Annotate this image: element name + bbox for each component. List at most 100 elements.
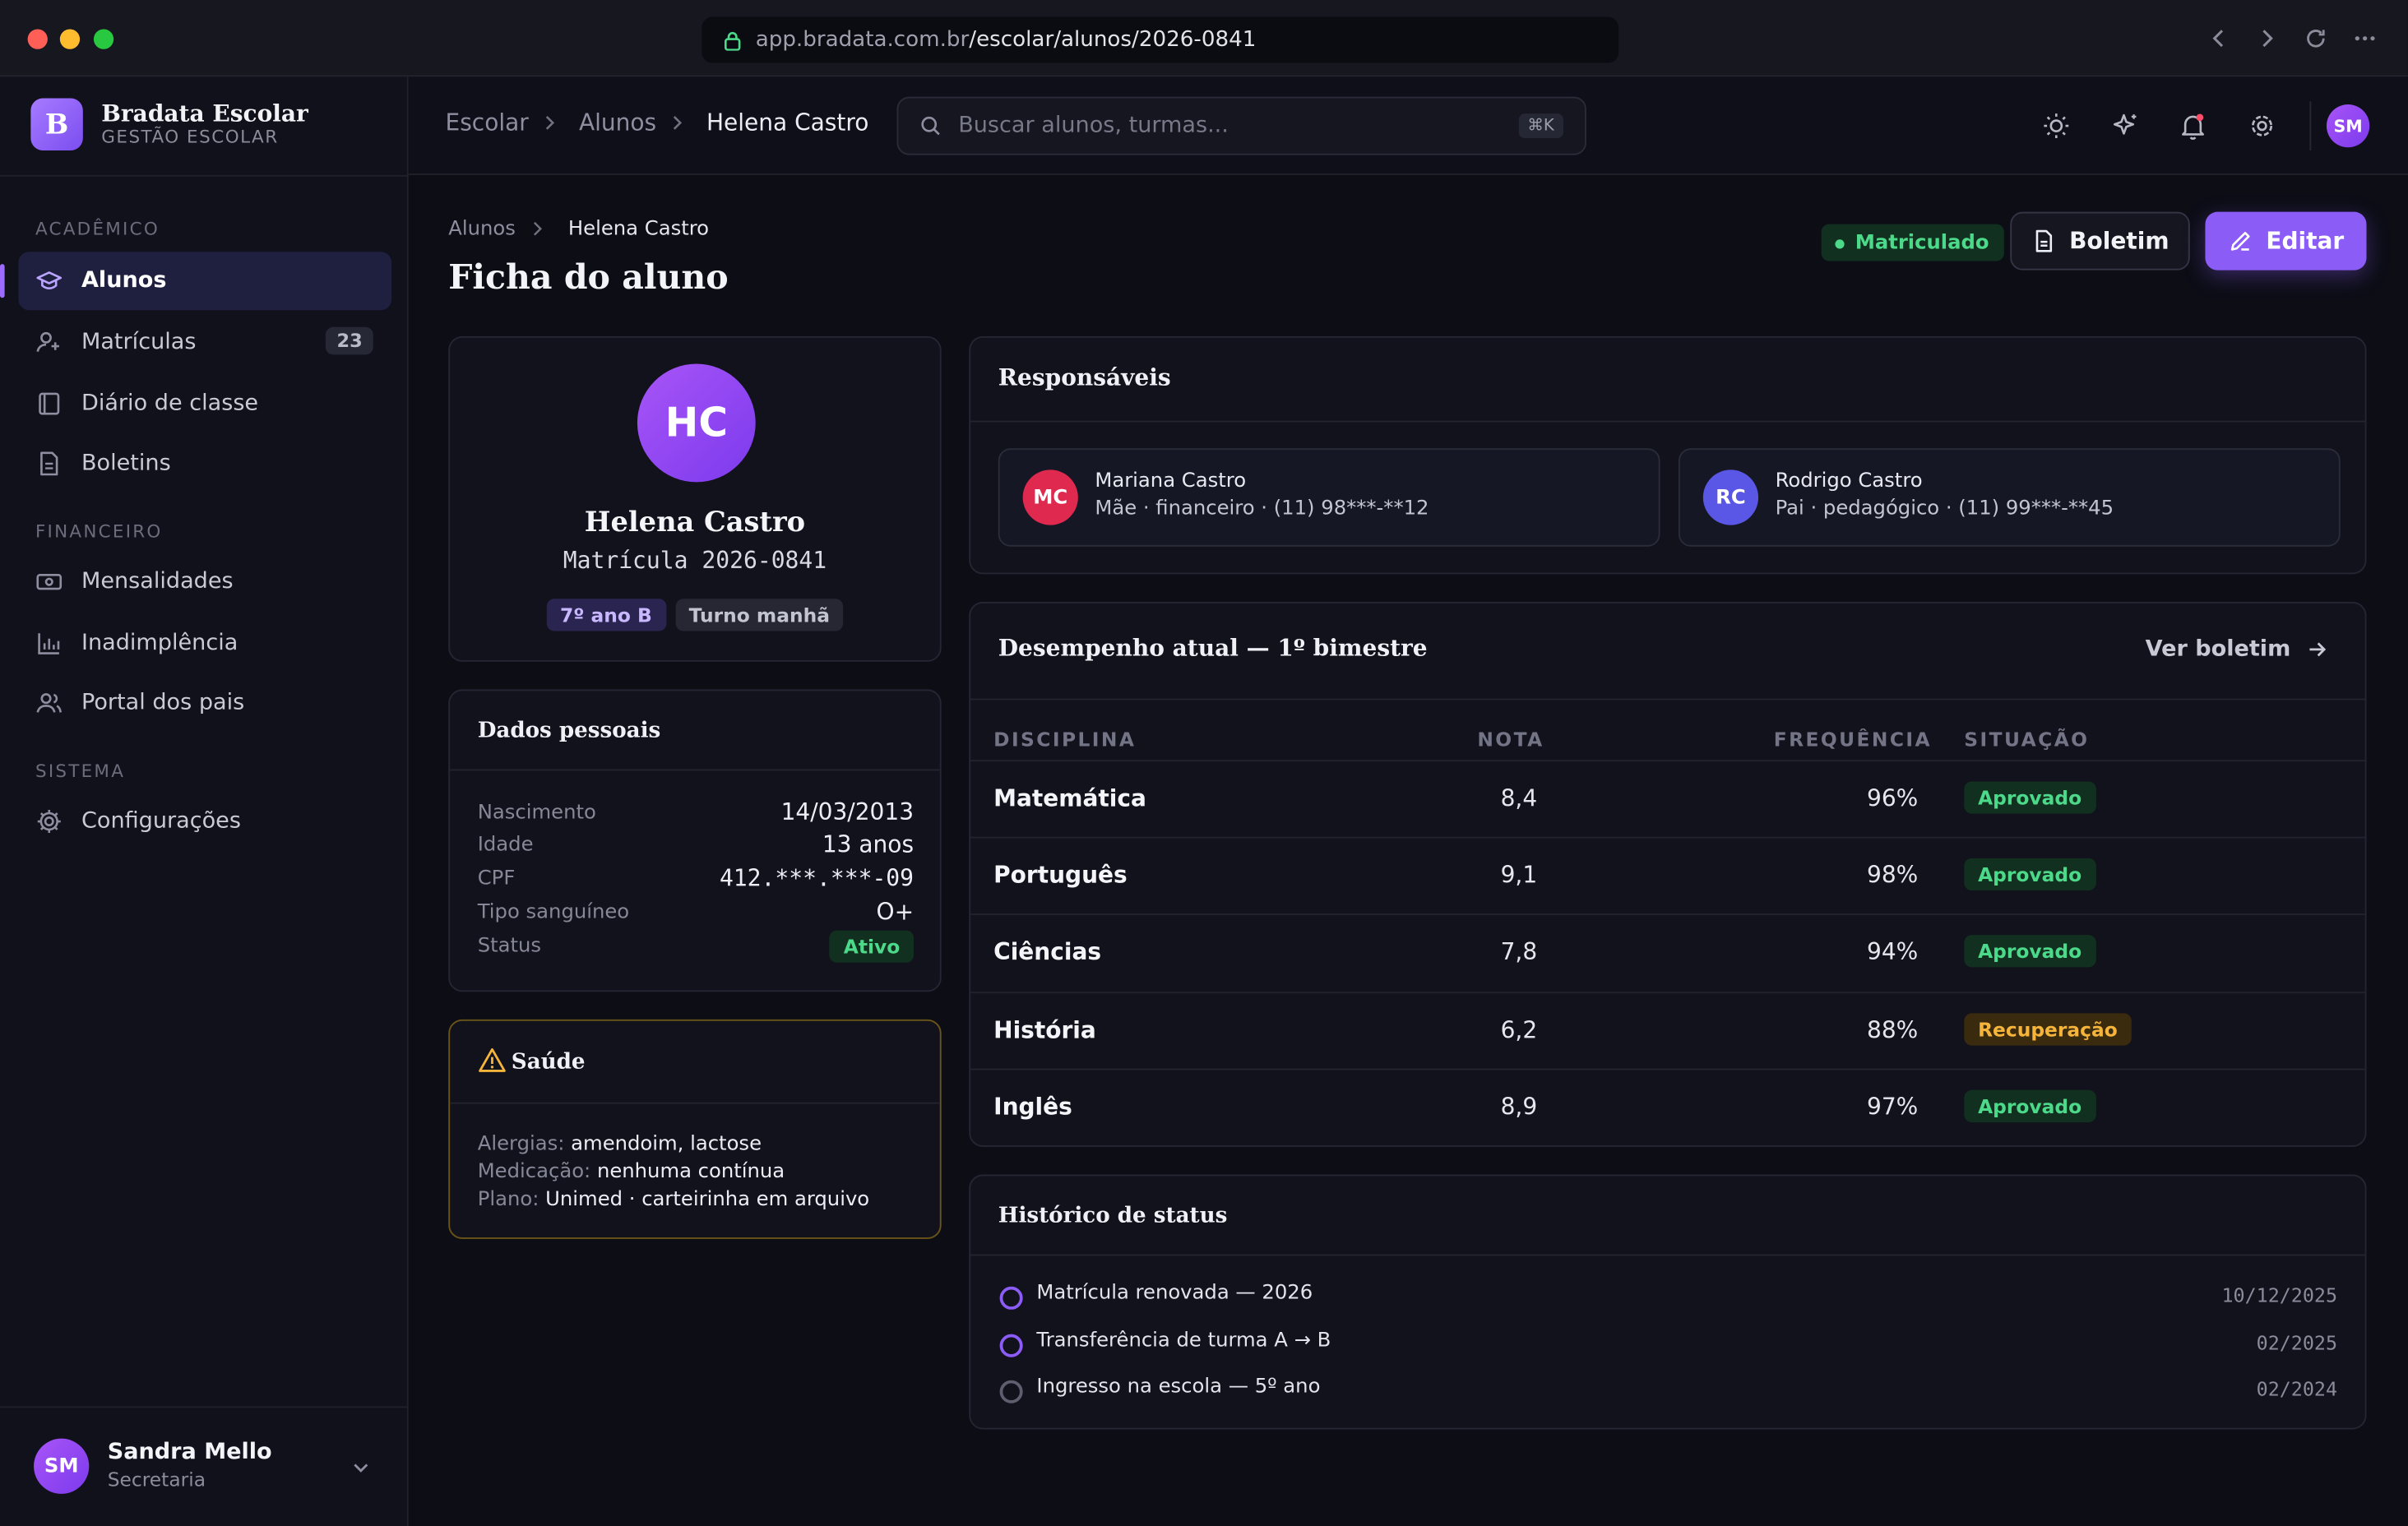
guardian-card[interactable]: RC Rodrigo Castro Pai · pedagógico · (11… <box>1678 448 2341 547</box>
bar-chart-icon <box>38 633 60 654</box>
forward-icon[interactable] <box>2254 26 2279 51</box>
grade: 8,9 <box>1500 1093 1538 1121</box>
attendance: 88% <box>1866 1016 1919 1044</box>
search-placeholder: Buscar alunos, turmas... <box>958 113 1229 139</box>
birth-date: 14/03/2013 <box>780 798 915 826</box>
sidebar-section-financeiro: FINANCEIRO <box>35 520 163 543</box>
attendance: 94% <box>1866 937 1919 966</box>
sidebar-item-boletins[interactable]: Boletins <box>18 434 391 492</box>
avatar: RC <box>1702 469 1759 525</box>
guardians-card: Responsáveis MC Mariana Castro Mãe · fin… <box>969 335 2367 575</box>
address-bar[interactable]: app.bradata.com.br/escolar/alunos/2026-0… <box>702 16 1619 63</box>
sidebar-item-label: Matrículas <box>81 330 197 355</box>
avatar: SM <box>34 1438 90 1494</box>
sidebar-section-sistema: SISTEMA <box>35 760 126 782</box>
edit-button[interactable]: Editar <box>2205 211 2367 271</box>
guardian-card[interactable]: MC Mariana Castro Mãe · financeiro · (11… <box>998 448 1660 547</box>
breadcrumb-alunos[interactable]: Alunos <box>579 109 656 137</box>
grade: 6,2 <box>1500 1016 1538 1044</box>
sidebar-item-label: Mensalidades <box>81 569 234 594</box>
sidebar-item-alunos[interactable]: Alunos <box>0 252 392 311</box>
guardian-info: Pai · pedagógico · (11) 99***-**45 <box>1775 497 2114 521</box>
card-title: Responsáveis <box>998 363 1171 392</box>
status-badge: Matriculado <box>1821 224 2005 261</box>
notebook-icon <box>39 392 60 415</box>
users-icon <box>36 693 63 713</box>
reload-icon[interactable] <box>2304 26 2328 51</box>
personal-data-card: Dados pessoais Nascimento 14/03/2013 Ida… <box>448 689 942 992</box>
brand-logo: B <box>30 98 83 150</box>
cash-icon <box>36 573 63 590</box>
minimize-window-button[interactable] <box>59 29 81 49</box>
arrow-right-icon <box>2308 642 2326 657</box>
attendance: 97% <box>1866 1093 1919 1121</box>
sidebar-item-label: Configurações <box>81 809 241 834</box>
sidebar: B Bradata Escolar GESTÃO ESCOLAR ACADÊMI… <box>0 76 409 1526</box>
user-name: Sandra Mello <box>107 1440 272 1465</box>
browser-chrome: app.bradata.com.br/escolar/alunos/2026-0… <box>0 0 2408 77</box>
sidebar-item-label: Diário de classe <box>81 391 259 417</box>
column-header-disciplina: DISCIPLINA <box>993 728 1137 751</box>
ver-boletim-link[interactable]: Ver boletim <box>2146 637 2328 662</box>
sparkle-icon[interactable] <box>2110 110 2141 141</box>
sidebar-item-label: Portal dos pais <box>81 691 245 716</box>
page-breadcrumb-alunos[interactable]: Alunos <box>448 218 516 241</box>
student-name: Helena Castro <box>584 506 806 539</box>
search-input[interactable]: Buscar alunos, turmas... ⌘K <box>896 96 1586 155</box>
maximize-window-button[interactable] <box>93 29 114 49</box>
cpf: 412.***.***-09 <box>719 864 915 892</box>
subject: História <box>993 1016 1096 1044</box>
sidebar-section-academico: ACADÊMICO <box>35 218 160 240</box>
table-row[interactable]: Ciências 7,8 94% Aprovado <box>970 913 2365 990</box>
timeline-dot <box>999 1286 1023 1310</box>
sidebar-item-inadimplencia[interactable]: Inadimplência <box>18 614 391 673</box>
more-icon[interactable] <box>2353 26 2378 51</box>
brand[interactable]: B Bradata Escolar GESTÃO ESCOLAR <box>30 98 308 150</box>
attendance: 98% <box>1866 861 1919 890</box>
table-row[interactable]: História 6,2 88% Recuperação <box>970 992 2365 1068</box>
boletim-button-label: Boletim <box>2069 227 2170 255</box>
user-menu[interactable]: SM Sandra Mello Secretaria <box>0 1406 409 1526</box>
field-label: Status <box>477 935 542 959</box>
timeline-dot <box>999 1380 1023 1403</box>
sidebar-item-configuracoes[interactable]: Configurações <box>18 793 391 851</box>
field-label: Alergias: <box>477 1133 565 1157</box>
breadcrumb-escolar[interactable]: Escolar <box>446 109 529 137</box>
sun-icon[interactable] <box>2041 110 2072 141</box>
card-title: Desempenho atual — 1º bimestre <box>998 634 1428 662</box>
count-badge: 23 <box>326 326 373 355</box>
table-row[interactable]: Inglês 8,9 97% Aprovado <box>970 1068 2365 1145</box>
close-window-button[interactable] <box>27 29 48 49</box>
age: 13 anos <box>822 830 915 858</box>
status-badge: Aprovado <box>1964 1089 2095 1122</box>
avatar[interactable]: SM <box>2326 104 2370 148</box>
chevron-right-icon <box>545 115 555 130</box>
table-row[interactable]: Português 9,1 98% Aprovado <box>970 836 2365 913</box>
page-breadcrumb-current: Helena Castro <box>567 218 710 242</box>
chevron-down-icon[interactable] <box>350 1457 372 1478</box>
table-row[interactable]: Matemática 8,4 96% Aprovado <box>970 760 2365 836</box>
chevron-right-icon <box>533 221 543 236</box>
timeline-event: Transferência de turma A → B <box>1036 1329 1331 1353</box>
guardian-name: Rodrigo Castro <box>1775 469 1923 493</box>
student-avatar: HC <box>637 363 756 483</box>
url-path: /escolar/alunos/2026-0841 <box>969 27 1257 53</box>
shortcut-hint: ⌘K <box>1518 113 1563 139</box>
sidebar-item-diario[interactable]: Diário de classe <box>18 375 391 433</box>
card-divider <box>450 1102 940 1104</box>
sidebar-item-mensalidades[interactable]: Mensalidades <box>18 553 391 611</box>
blood-type: O+ <box>876 898 915 926</box>
sidebar-item-matriculas[interactable]: Matrículas 23 <box>18 313 391 372</box>
field-label: Nascimento <box>477 801 596 825</box>
bell-icon[interactable] <box>2178 110 2208 141</box>
attendance: 96% <box>1866 784 1919 812</box>
sidebar-item-portal-pais[interactable]: Portal dos pais <box>18 674 391 733</box>
back-icon[interactable] <box>2207 26 2231 51</box>
topbar: Escolar Alunos Helena Castro Buscar alun… <box>408 76 2408 175</box>
boletim-button[interactable]: Boletim <box>2010 211 2190 271</box>
gear-icon <box>37 810 61 834</box>
sidebar-item-label: Alunos <box>81 268 167 294</box>
page-title: Ficha do aluno <box>448 257 729 298</box>
grade: 8,4 <box>1500 784 1538 812</box>
settings-icon[interactable] <box>2247 110 2277 141</box>
